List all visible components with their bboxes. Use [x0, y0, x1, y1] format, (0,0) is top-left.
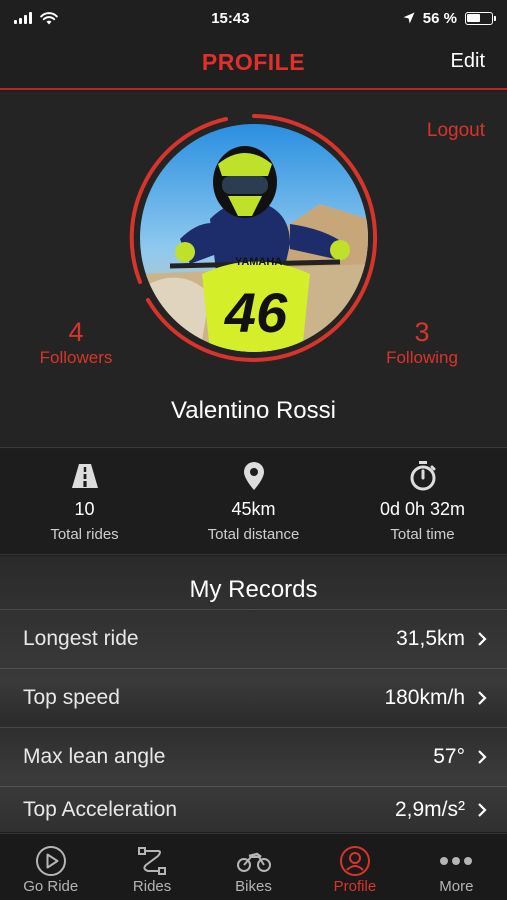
record-label: Longest ride — [23, 627, 139, 650]
followers-stat[interactable]: 4 Followers — [28, 317, 124, 369]
record-value: 180km/h — [384, 686, 465, 709]
battery-level — [467, 14, 481, 22]
edit-button[interactable]: Edit — [451, 50, 485, 73]
chevron-right-icon — [478, 750, 487, 764]
avatar-rider-image: YAMAHA 46 — [140, 124, 368, 352]
user-name: Valentino Rossi — [171, 397, 336, 424]
play-circle-icon — [35, 844, 67, 878]
record-value: 57° — [433, 745, 465, 768]
profile-icon — [339, 844, 371, 878]
record-right: 180km/h — [384, 686, 487, 710]
record-row-top-speed[interactable]: Top speed 180km/h — [0, 668, 507, 727]
followers-count: 4 — [68, 317, 84, 347]
route-icon — [136, 844, 168, 878]
tab-profile[interactable]: Profile — [304, 834, 405, 900]
record-row-longest-ride[interactable]: Longest ride 31,5km — [0, 609, 507, 668]
record-right: 2,9m/s² — [395, 798, 487, 822]
stat-value: 0d 0h 32m — [379, 499, 466, 519]
tab-label: Profile — [333, 878, 377, 895]
battery-icon — [464, 11, 496, 25]
chevron-right-icon — [478, 691, 487, 705]
avatar-bike-brand: YAMAHA — [235, 256, 282, 268]
stat-total-distance: 45km Total distance — [169, 449, 338, 554]
motorcycle-icon — [236, 844, 271, 878]
stopwatch-icon — [410, 461, 436, 491]
tab-label: Rides — [132, 878, 172, 895]
avatar-bike-number: 46 — [224, 281, 288, 344]
profile-section: Logout YAMAHA 46 4 Followers 3 Following… — [0, 92, 507, 448]
nav-header: PROFILE Edit — [0, 36, 507, 90]
location-pin-icon — [243, 461, 265, 491]
record-row-top-acceleration[interactable]: Top Acceleration 2,9m/s² — [0, 786, 507, 832]
tab-rides[interactable]: Rides — [101, 834, 202, 900]
tab-bar: Go Ride Rides Bikes Profile More — [0, 833, 507, 900]
stat-value: 45km — [231, 499, 276, 519]
tab-bikes[interactable]: Bikes — [203, 834, 304, 900]
logout-button[interactable]: Logout — [427, 120, 485, 142]
chevron-right-icon — [478, 632, 487, 646]
stat-label: Total rides — [50, 526, 119, 543]
record-label: Top speed — [23, 686, 120, 709]
record-value: 2,9m/s² — [394, 797, 465, 821]
avatar[interactable]: YAMAHA 46 — [140, 124, 368, 352]
following-label: Following — [386, 348, 458, 367]
status-bar: 15:43 56 % — [0, 0, 507, 36]
record-value: 31,5km — [396, 627, 465, 650]
record-label: Max lean angle — [23, 745, 166, 768]
status-left — [14, 11, 58, 25]
record-right: 31,5km — [396, 627, 487, 651]
stat-total-time: 0d 0h 32m Total time — [338, 449, 507, 554]
stats-row: 10 Total rides 45km Total distance 0d 0h… — [0, 449, 507, 555]
wifi-icon — [40, 11, 58, 24]
record-row-max-lean-angle[interactable]: Max lean angle 57° — [0, 727, 507, 786]
location-arrow-icon — [403, 12, 415, 24]
page-title: PROFILE — [201, 48, 306, 75]
more-dots-icon — [439, 844, 473, 878]
stat-value: 10 — [74, 499, 95, 519]
stat-label: Total distance — [207, 526, 300, 543]
followers-label: Followers — [39, 348, 113, 367]
records-title: My Records — [189, 576, 318, 603]
tab-more[interactable]: More — [406, 834, 507, 900]
road-icon — [71, 461, 99, 491]
tab-label: Bikes — [235, 878, 272, 895]
tab-go-ride[interactable]: Go Ride — [0, 834, 101, 900]
chevron-right-icon — [478, 802, 487, 817]
cellular-signal-icon — [14, 12, 32, 24]
tab-label: More — [439, 878, 474, 895]
record-label: Top Acceleration — [23, 797, 178, 821]
status-time: 15:43 — [211, 9, 250, 27]
record-right: 57° — [433, 745, 487, 769]
battery-percent: 56 % — [422, 9, 457, 27]
stat-total-rides: 10 Total rides — [0, 449, 169, 554]
following-stat[interactable]: 3 Following — [374, 317, 470, 369]
status-right: 56 % — [403, 9, 496, 27]
tab-label: Go Ride — [23, 878, 79, 895]
following-count: 3 — [414, 317, 430, 347]
stat-label: Total time — [390, 526, 455, 543]
